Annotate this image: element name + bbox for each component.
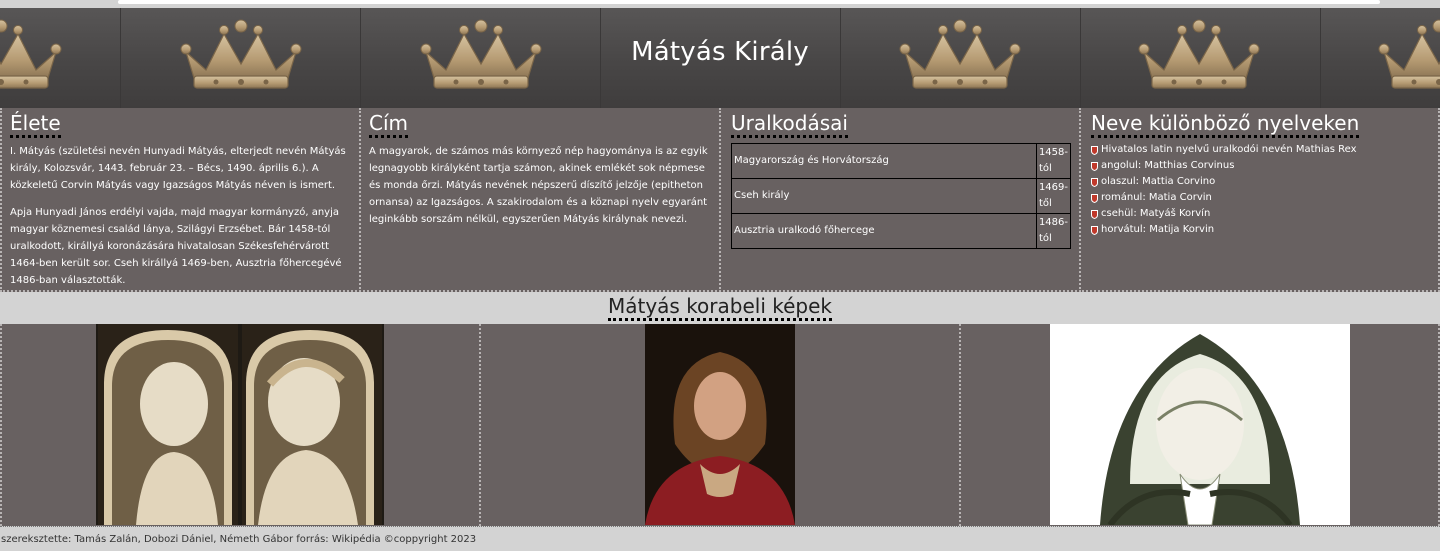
title-paragraph: A magyarok, de számos más környező nép h… bbox=[369, 146, 708, 225]
reign-name-cell: Magyarország és Horvátország bbox=[731, 143, 1037, 179]
shield-icon bbox=[1091, 145, 1098, 155]
gallery-cell bbox=[959, 324, 1440, 526]
table-row: Cseh király 1469-től bbox=[731, 178, 1072, 214]
list-item: horvátul: Matija Korvin bbox=[1091, 222, 1430, 238]
name-text: románul: Matia Corvin bbox=[1101, 192, 1212, 203]
banner-header: Mátyás Király bbox=[0, 8, 1440, 108]
reign-name-cell: Ausztria uralkodó főhercege bbox=[731, 213, 1037, 249]
title-heading: Cím bbox=[369, 111, 409, 138]
list-item: csehül: Matyáš Korvín bbox=[1091, 206, 1430, 222]
reign-year-cell: 1458-tól bbox=[1035, 143, 1072, 179]
gallery-cell bbox=[479, 324, 961, 526]
reign-year-cell: 1469-től bbox=[1035, 178, 1072, 214]
list-item: Hivatalos latin nyelvű uralkodói nevén M… bbox=[1091, 142, 1430, 158]
name-text: Hivatalos latin nyelvű uralkodói nevén M… bbox=[1101, 144, 1357, 155]
list-item: angolul: Matthias Corvinus bbox=[1091, 158, 1430, 174]
list-item: olaszul: Mattia Corvino bbox=[1091, 174, 1430, 190]
shield-icon bbox=[1091, 225, 1098, 235]
gallery-heading-bar: Mátyás korabeli képek bbox=[0, 292, 1440, 324]
shield-icon bbox=[1091, 161, 1098, 171]
shield-icon bbox=[1091, 209, 1098, 219]
name-text: angolul: Matthias Corvinus bbox=[1101, 160, 1235, 171]
name-text: horvátul: Matija Korvin bbox=[1101, 224, 1215, 235]
shield-icon bbox=[1091, 193, 1098, 203]
top-scroll-strip bbox=[118, 0, 1380, 4]
names-list: Hivatalos latin nyelvű uralkodói nevén M… bbox=[1091, 142, 1430, 238]
shield-icon bbox=[1091, 177, 1098, 187]
names-section: Neve különböző nyelveken Hivatalos latin… bbox=[1079, 108, 1440, 292]
page-title: Mátyás Király bbox=[631, 37, 809, 67]
footer: szereksztette: Tamás Zalán, Dobozi Dánie… bbox=[0, 526, 1440, 551]
names-heading: Neve különböző nyelveken bbox=[1091, 111, 1360, 138]
name-text: olaszul: Mattia Corvino bbox=[1101, 176, 1216, 187]
life-paragraph: I. Mátyás (születési nevén Hunyadi Mátyá… bbox=[10, 146, 346, 191]
gallery-cell bbox=[0, 324, 481, 526]
engraving-portrait-image bbox=[1050, 324, 1350, 525]
footer-credits: szereksztette: Tamás Zalán, Dobozi Dánie… bbox=[1, 534, 477, 545]
marble-reliefs-image bbox=[96, 324, 384, 525]
title-section: Cím A magyarok, de számos más környező n… bbox=[359, 108, 721, 292]
gallery-heading: Mátyás korabeli képek bbox=[607, 294, 833, 321]
info-columns: Élete I. Mátyás (születési nevén Hunyadi… bbox=[0, 108, 1440, 292]
life-heading: Élete bbox=[10, 111, 61, 138]
table-row: Magyarország és Horvátország 1458-tól bbox=[731, 143, 1072, 179]
top-strip bbox=[0, 0, 1440, 8]
list-item: románul: Matia Corvin bbox=[1091, 190, 1430, 206]
life-section: Élete I. Mátyás (születési nevén Hunyadi… bbox=[0, 108, 361, 292]
life-paragraph: Apja Hunyadi János erdélyi vajda, majd m… bbox=[10, 207, 342, 286]
table-row: Ausztria uralkodó főhercege 1486-tól bbox=[731, 213, 1072, 249]
portrait-painting-image bbox=[645, 324, 795, 525]
reign-year-cell: 1486-tól bbox=[1035, 213, 1072, 249]
reigns-section: Uralkodásai Magyarország és Horvátország… bbox=[719, 108, 1081, 292]
gallery bbox=[0, 324, 1440, 526]
reigns-heading: Uralkodásai bbox=[731, 111, 848, 138]
reigns-table: Magyarország és Horvátország 1458-tól Cs… bbox=[731, 143, 1072, 249]
name-text: csehül: Matyáš Korvín bbox=[1101, 208, 1211, 219]
reign-name-cell: Cseh király bbox=[731, 178, 1037, 214]
